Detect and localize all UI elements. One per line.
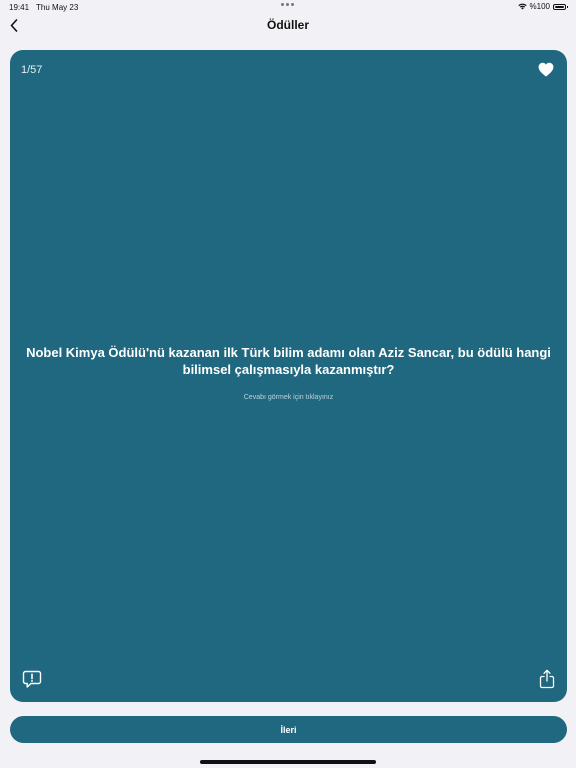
next-button[interactable]: İleri bbox=[10, 716, 567, 743]
status-left: 19:41 Thu May 23 bbox=[9, 3, 78, 12]
status-right: %100 bbox=[517, 2, 568, 11]
status-bar: 19:41 Thu May 23 %100 bbox=[0, 0, 576, 14]
exclamation-bubble-icon bbox=[22, 670, 42, 688]
reveal-answer-hint[interactable]: Cevabı görmek için tıklayınız bbox=[10, 394, 567, 401]
report-button[interactable] bbox=[22, 670, 42, 689]
share-button[interactable] bbox=[539, 669, 555, 689]
multitasking-dots-icon[interactable] bbox=[281, 3, 294, 6]
wifi-icon bbox=[517, 3, 527, 10]
navigation-bar: Ödüller bbox=[0, 14, 576, 38]
battery-percent: %100 bbox=[529, 2, 550, 11]
status-time: 19:41 bbox=[9, 3, 30, 12]
question-text: Nobel Kimya Ödülü'nü kazanan ilk Türk bi… bbox=[26, 345, 551, 377]
battery-icon bbox=[553, 3, 568, 10]
question-card[interactable]: 1/57 Nobel Kimya Ödülü'nü kazanan ilk Tü… bbox=[10, 50, 567, 702]
question-counter: 1/57 bbox=[21, 64, 43, 76]
heart-icon bbox=[538, 62, 554, 77]
favorite-button[interactable] bbox=[538, 62, 554, 77]
status-date: Thu May 23 bbox=[36, 3, 79, 12]
share-icon bbox=[539, 669, 555, 689]
home-indicator[interactable] bbox=[200, 760, 376, 764]
page-title: Ödüller bbox=[266, 18, 309, 32]
